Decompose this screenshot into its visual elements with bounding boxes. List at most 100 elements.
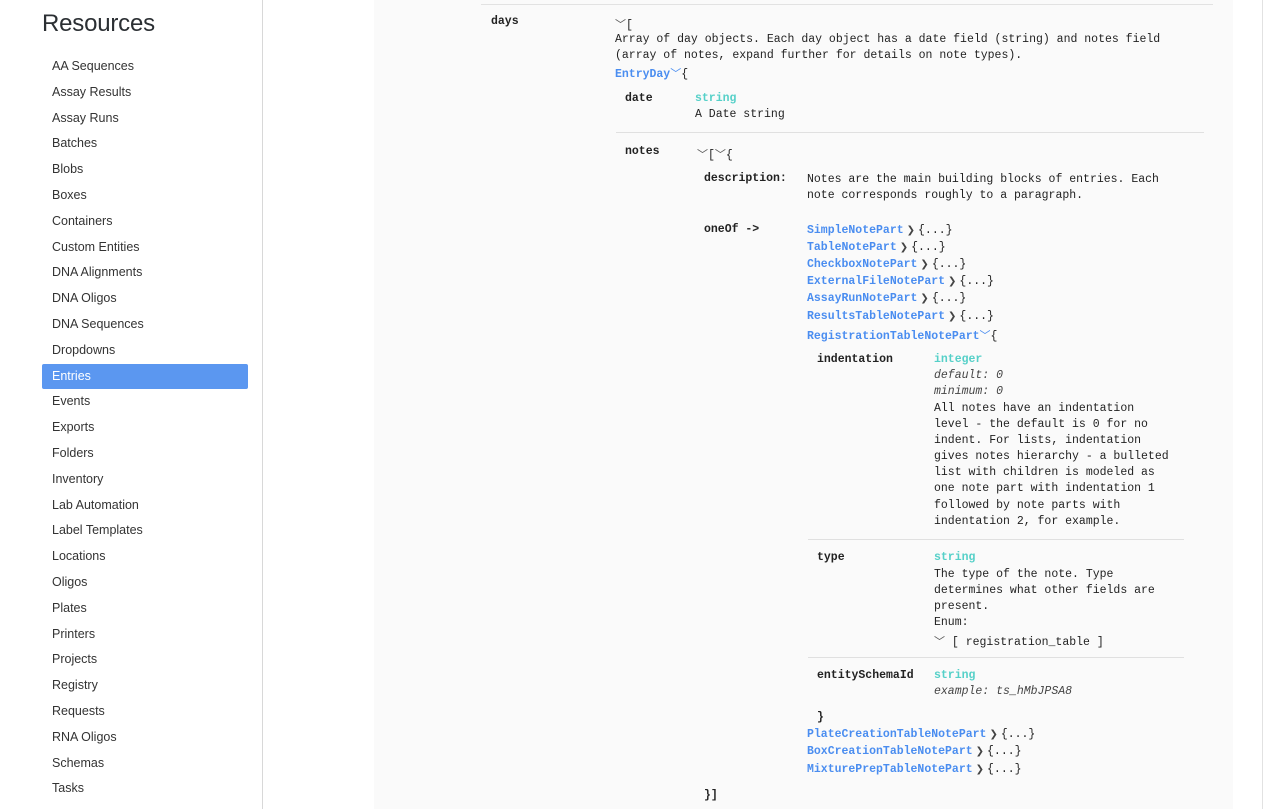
oneof-item: TableNotePart ❯ {...} — [807, 241, 946, 254]
sidebar-item-dna-sequences[interactable]: DNA Sequences — [42, 312, 248, 338]
oneof-item: ResultsTableNotePart ❯ {...} — [807, 310, 994, 323]
days-description-line: (array of notes, expand further for deta… — [615, 49, 1023, 63]
chevron-down-icon[interactable]: ﹀ — [670, 65, 681, 81]
sidebar-item-label-templates[interactable]: Label Templates — [42, 518, 248, 544]
collapsed-object: {...} — [959, 310, 994, 323]
indentation-type: integer — [934, 353, 983, 366]
sidebar-item-schemas[interactable]: Schemas — [42, 751, 248, 777]
mixture-prep-table-note-part-link[interactable]: MixturePrepTableNotePart — [807, 763, 973, 776]
sidebar-item-requests[interactable]: Requests — [42, 699, 248, 725]
chevron-down-icon[interactable]: ﹀ — [934, 633, 945, 649]
oneof-item: BoxCreationTableNotePart ❯ {...} — [807, 745, 1022, 758]
indentation-description-line: list with children is modeled as — [934, 466, 1155, 480]
sidebar-item-boxes[interactable]: Boxes — [42, 183, 248, 209]
collapsed-object: {...} — [1000, 728, 1036, 741]
plate-creation-table-note-part-link[interactable]: PlateCreationTableNotePart — [807, 728, 986, 741]
days-type-line: ﹀[ — [615, 16, 633, 32]
indentation-minimum: minimum: 0 — [934, 385, 1004, 398]
assay-run-note-part-link[interactable]: AssayRunNotePart — [807, 292, 917, 305]
results-table-note-part-link[interactable]: ResultsTableNotePart — [807, 310, 945, 323]
panel-divider — [1262, 0, 1263, 809]
oneof-label: oneOf -> — [704, 223, 760, 236]
entry-day-ref-line: EntryDay﹀{ — [615, 65, 688, 81]
notes-type-line: ﹀[﹀{ — [697, 146, 733, 162]
divider — [808, 539, 1184, 540]
sidebar-item-exports[interactable]: Exports — [42, 415, 248, 441]
table-note-part-link[interactable]: TableNotePart — [807, 241, 897, 254]
box-creation-table-note-part-link[interactable]: BoxCreationTableNotePart — [807, 745, 973, 758]
entry-day-link[interactable]: EntryDay — [615, 68, 670, 81]
property-name-date: date — [625, 92, 653, 105]
open-bracket: [ — [626, 19, 633, 32]
indentation-description: All notes have an indentation level - th… — [934, 401, 1169, 530]
property-name-type: type — [817, 551, 845, 564]
notes-description-line: note corresponds roughly to a paragraph. — [807, 189, 1084, 203]
entity-schema-id-type: string — [934, 669, 976, 682]
sidebar-item-dna-oligos[interactable]: DNA Oligos — [42, 286, 248, 312]
sidebar-item-assay-runs[interactable]: Assay Runs — [42, 106, 248, 132]
chevron-right-icon[interactable]: ❯ — [989, 729, 997, 740]
oneof-item-expanded: RegistrationTableNotePart﹀{ — [807, 327, 997, 343]
sidebar-item-projects[interactable]: Projects — [42, 647, 248, 673]
sidebar-title: Resources — [42, 10, 155, 37]
sidebar-item-custom-entities[interactable]: Custom Entities — [42, 235, 248, 261]
chevron-right-icon[interactable]: ❯ — [976, 764, 984, 775]
collapsed-object: {...} — [987, 745, 1022, 758]
external-file-note-part-link[interactable]: ExternalFileNotePart — [807, 275, 945, 288]
sidebar-item-plates[interactable]: Plates — [42, 596, 248, 622]
divider — [481, 4, 1213, 5]
indentation-description-line: indentation 2, for example. — [934, 514, 1121, 528]
sidebar-item-tasks[interactable]: Tasks — [42, 776, 248, 802]
indentation-default: default: 0 — [934, 369, 1004, 382]
chevron-down-icon[interactable]: ﹀ — [715, 146, 726, 162]
sidebar-item-assay-results[interactable]: Assay Results — [42, 80, 248, 106]
registration-table-note-part-link[interactable]: RegistrationTableNotePart — [807, 330, 980, 343]
chevron-right-icon[interactable]: ❯ — [948, 276, 956, 287]
checkbox-note-part-link[interactable]: CheckboxNotePart — [807, 258, 917, 271]
sidebar-item-rna-oligos[interactable]: RNA Oligos — [42, 725, 248, 751]
close-bracket: }] — [704, 789, 718, 802]
sidebar-item-inventory[interactable]: Inventory — [42, 467, 248, 493]
sidebar: Resources AA Sequences Assay Results Ass… — [0, 0, 263, 809]
chevron-down-icon[interactable]: ﹀ — [697, 146, 708, 162]
sidebar-item-oligos[interactable]: Oligos — [42, 570, 248, 596]
chevron-down-icon[interactable]: ﹀ — [615, 16, 626, 32]
oneof-item: PlateCreationTableNotePart ❯ {...} — [807, 728, 1035, 741]
chevron-right-icon[interactable]: ❯ — [976, 746, 984, 757]
collapsed-object: {...} — [931, 258, 967, 271]
chevron-right-icon[interactable]: ❯ — [920, 293, 928, 304]
indentation-description-line: one note part with indentation 1 — [934, 482, 1155, 496]
enum-label: Enum: — [934, 616, 969, 630]
sidebar-item-printers[interactable]: Printers — [42, 622, 248, 648]
chevron-right-icon[interactable]: ❯ — [900, 242, 908, 253]
sidebar-item-entries[interactable]: Entries — [42, 363, 248, 390]
sidebar-item-lab-automation[interactable]: Lab Automation — [42, 493, 248, 519]
sidebar-item-containers[interactable]: Containers — [42, 209, 248, 235]
days-description-line: Array of day objects. Each day object ha… — [615, 33, 1161, 46]
sidebar-item-events[interactable]: Events — [42, 389, 248, 415]
sidebar-item-registry[interactable]: Registry — [42, 673, 248, 699]
sidebar-item-blobs[interactable]: Blobs — [42, 157, 248, 183]
collapsed-object: {...} — [987, 763, 1022, 776]
sidebar-item-aa-sequences[interactable]: AA Sequences — [42, 54, 248, 80]
collapsed-object: {...} — [931, 292, 967, 305]
collapsed-object: {...} — [911, 241, 946, 254]
sidebar-item-batches[interactable]: Batches — [42, 131, 248, 157]
divider — [616, 132, 1204, 133]
sidebar-item-folders[interactable]: Folders — [42, 441, 248, 467]
sidebar-item-dna-alignments[interactable]: DNA Alignments — [42, 260, 248, 286]
indentation-description-line: indent. For lists, indentation — [934, 434, 1142, 448]
chevron-down-icon[interactable]: ﹀ — [980, 327, 991, 343]
indentation-description-line: All notes have an indentation — [934, 402, 1135, 415]
entity-schema-id-example: example: ts_hMbJPSA8 — [934, 685, 1073, 698]
type-description: The type of the note. Type determines wh… — [934, 567, 1155, 631]
sidebar-item-dropdowns[interactable]: Dropdowns — [42, 338, 248, 364]
chevron-right-icon[interactable]: ❯ — [920, 259, 928, 270]
chevron-right-icon[interactable]: ❯ — [948, 311, 956, 322]
date-type: string — [695, 92, 737, 105]
open-brace: { — [681, 68, 689, 81]
sidebar-item-locations[interactable]: Locations — [42, 544, 248, 570]
open-bracket: [ — [708, 149, 715, 162]
chevron-right-icon[interactable]: ❯ — [907, 225, 915, 236]
simple-note-part-link[interactable]: SimpleNotePart — [807, 224, 904, 237]
